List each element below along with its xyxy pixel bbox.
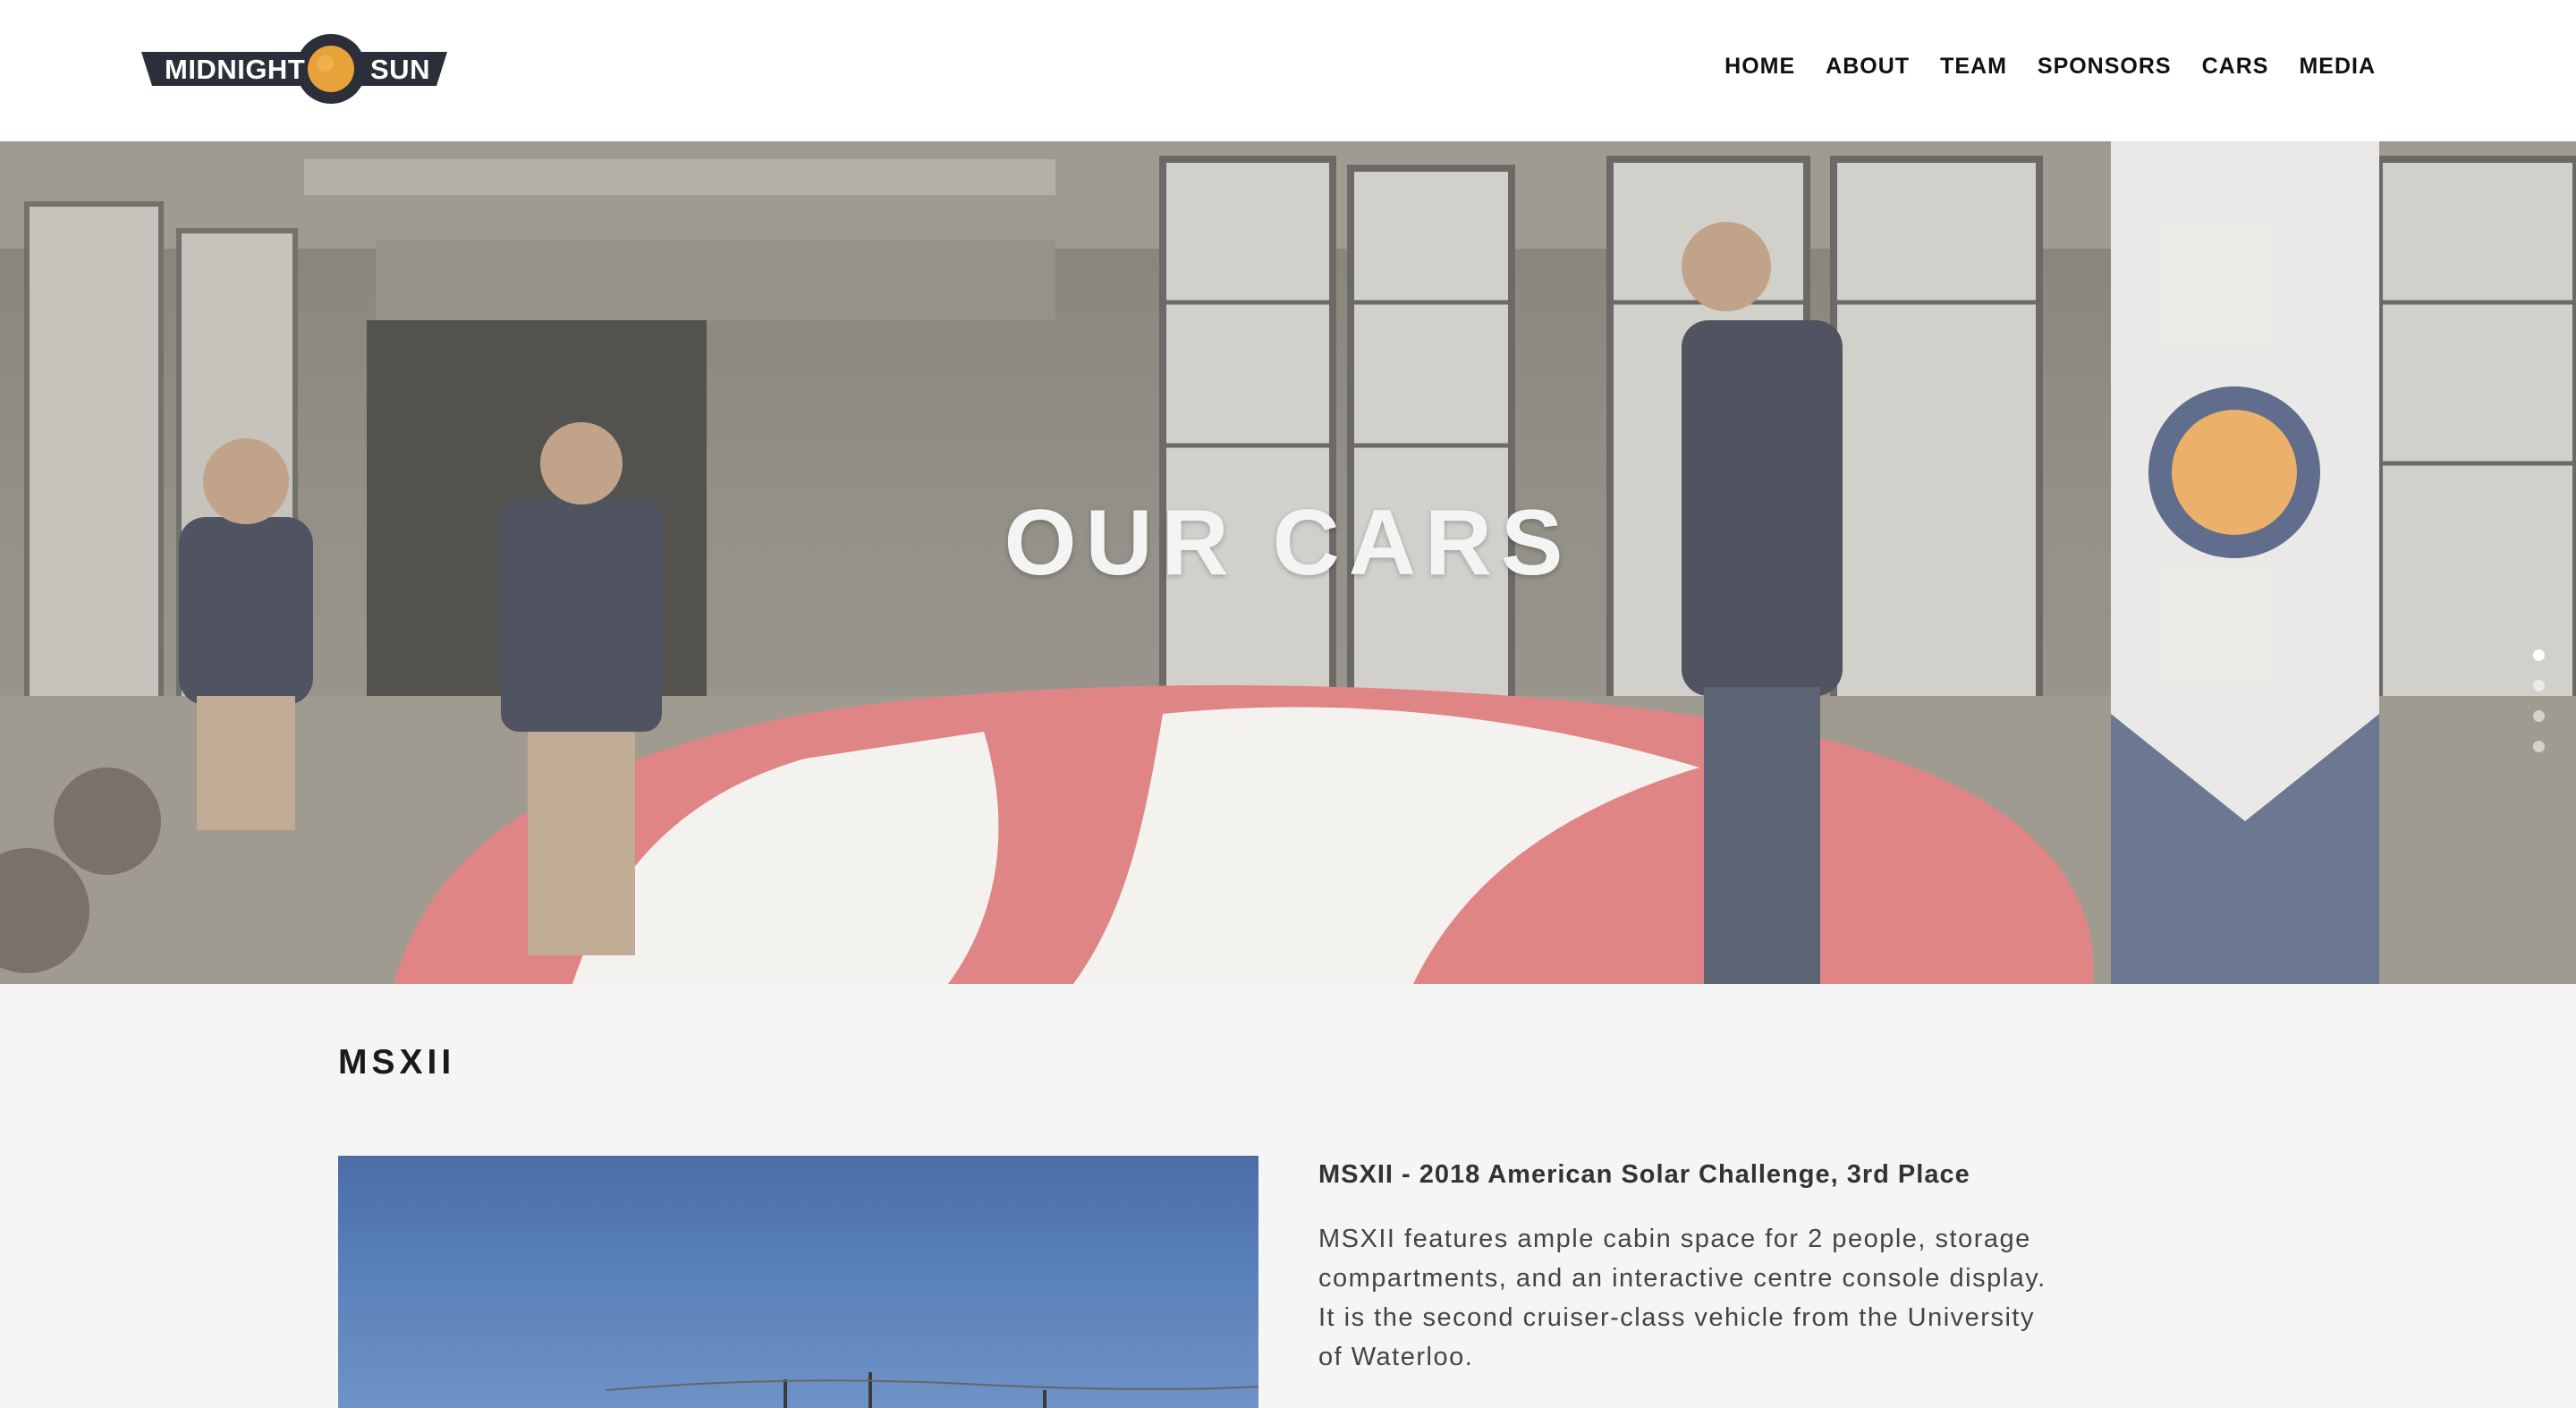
nav-sponsors[interactable]: SPONSORS [2038, 54, 2172, 80]
slide-dot-3[interactable] [2533, 710, 2545, 722]
nav-about[interactable]: ABOUT [1826, 54, 1910, 80]
logo-text-left: MIDNIGHT [165, 54, 306, 85]
nav-media[interactable]: MEDIA [2299, 54, 2376, 80]
car-photo-scene [606, 1372, 1258, 1408]
slide-dot-1[interactable] [2533, 649, 2545, 661]
main-nav: HOME ABOUT TEAM SPONSORS CARS MEDIA [1694, 54, 2376, 80]
midnight-sun-logo[interactable]: MIDNIGHT SUN [141, 34, 447, 104]
hero-banner: OUR CARS [0, 141, 2576, 984]
section-title: MSXII [338, 1043, 456, 1081]
hero-title: OUR CARS [1004, 491, 1572, 595]
site-header: MIDNIGHT SUN HOME ABOUT TEAM SPONSORS CA… [0, 0, 2576, 141]
car-photo [338, 1156, 1258, 1408]
car-description: MSXII features ample cabin space for 2 p… [1318, 1225, 2046, 1371]
slide-dots [2533, 649, 2547, 771]
car-subheading: MSXII - 2018 American Solar Challenge, 3… [1318, 1160, 1970, 1189]
nav-cars[interactable]: CARS [2202, 54, 2269, 80]
logo-text-right: SUN [370, 54, 430, 85]
nav-team[interactable]: TEAM [1940, 54, 2007, 80]
nav-home[interactable]: HOME [1724, 54, 1795, 80]
slide-dot-2[interactable] [2533, 680, 2545, 691]
slide-dot-4[interactable] [2533, 741, 2545, 752]
